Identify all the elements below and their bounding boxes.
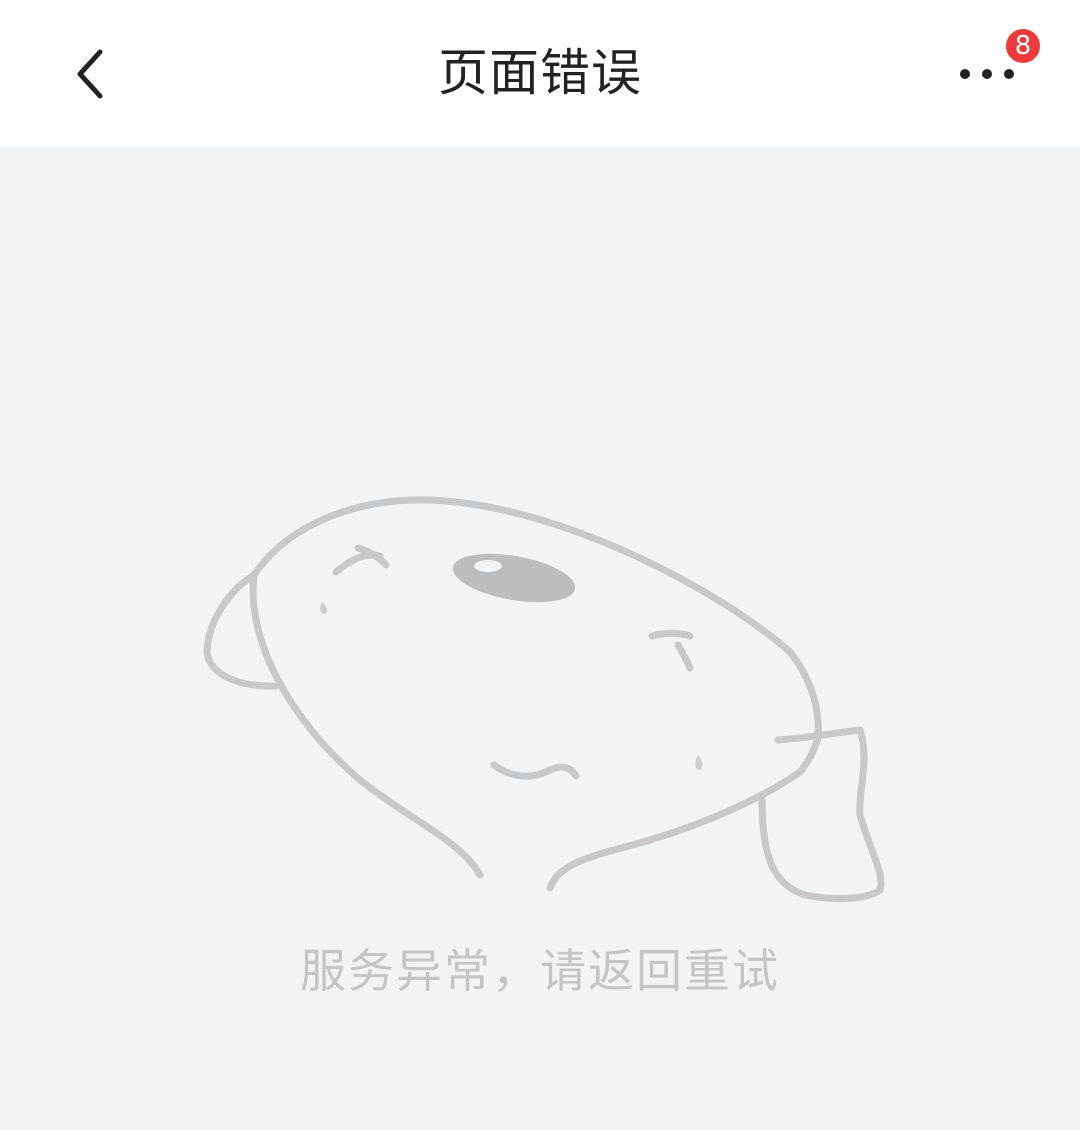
top-nav-bar: 页面错误 8 — [0, 0, 1080, 147]
back-button[interactable] — [56, 38, 128, 110]
page-title: 页面错误 — [438, 44, 642, 102]
notification-badge: 8 — [1004, 27, 1042, 65]
error-content: 服务异常，请返回重试 — [0, 147, 1080, 1130]
chevron-left-icon — [77, 49, 103, 99]
error-message: 服务异常，请返回重试 — [300, 944, 780, 998]
